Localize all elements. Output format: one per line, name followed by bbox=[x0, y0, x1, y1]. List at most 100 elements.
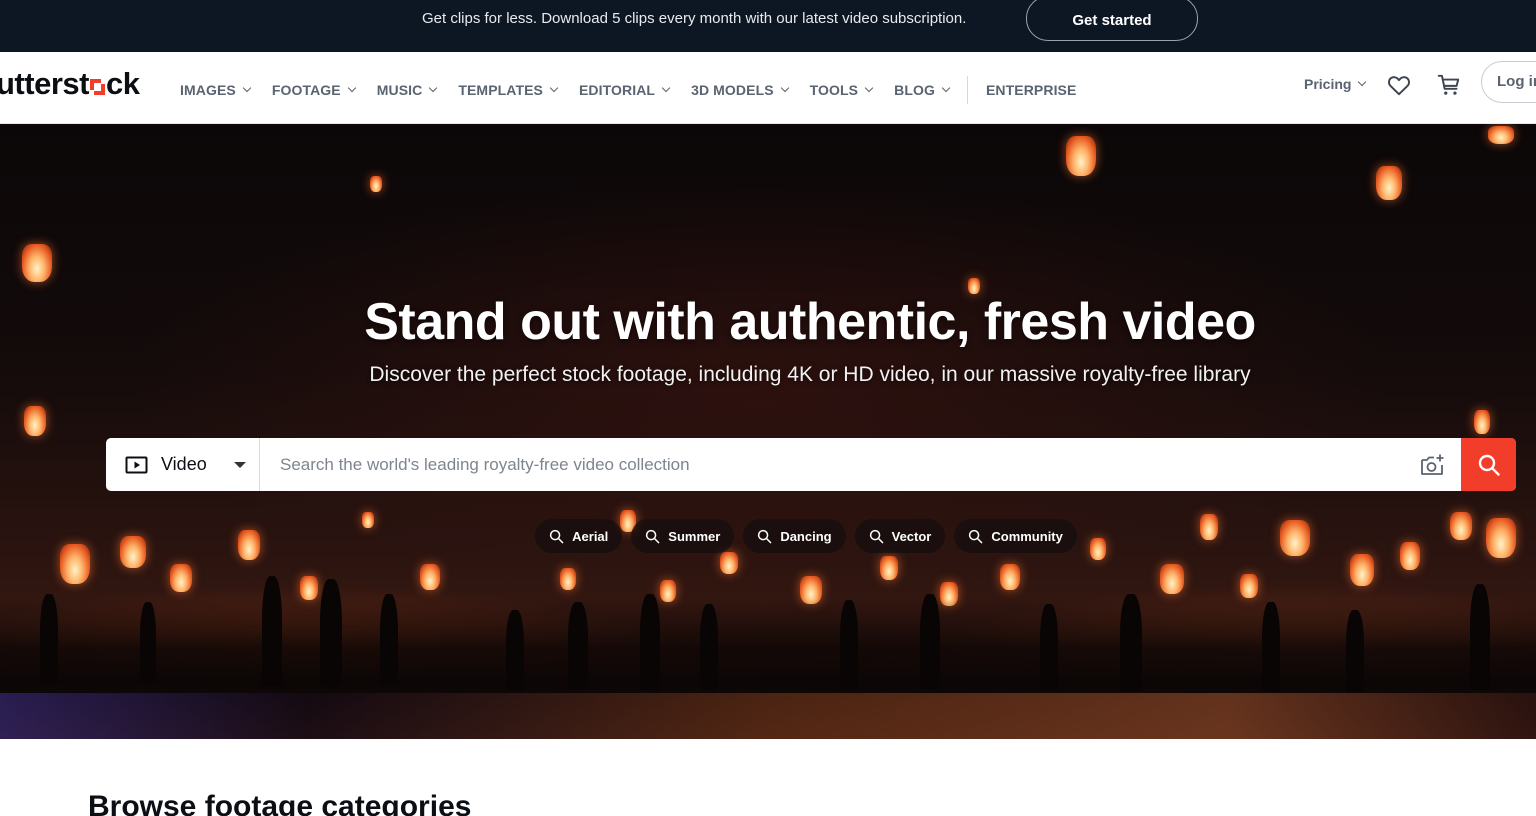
silhouette-figure bbox=[920, 594, 940, 690]
search-button[interactable] bbox=[1461, 438, 1516, 491]
chip-vector[interactable]: Vector bbox=[854, 519, 946, 553]
pricing-label: Pricing bbox=[1304, 76, 1352, 92]
nav-item-label: MUSIC bbox=[376, 82, 423, 98]
search-icon bbox=[646, 529, 660, 543]
nav-item-music[interactable]: MUSIC bbox=[376, 82, 438, 98]
lantern-decoration bbox=[1488, 126, 1514, 144]
lantern-decoration bbox=[1376, 166, 1402, 200]
lantern-decoration bbox=[1000, 564, 1020, 590]
chevron-down-icon bbox=[661, 83, 671, 93]
camera-search-button[interactable] bbox=[1405, 438, 1461, 491]
caret-down-icon bbox=[233, 461, 246, 468]
search-icon bbox=[969, 529, 983, 543]
nav-item-label: FOOTAGE bbox=[271, 82, 341, 98]
nav-item-3d-models[interactable]: 3D MODELS bbox=[691, 82, 789, 98]
cart-icon[interactable] bbox=[1436, 72, 1462, 98]
chip-community[interactable]: Community bbox=[954, 519, 1077, 553]
search-icon bbox=[869, 529, 883, 543]
logo-text-main: utterst bbox=[0, 66, 89, 101]
chip-dancing[interactable]: Dancing bbox=[743, 519, 846, 553]
nav-divider bbox=[966, 76, 968, 104]
chevron-down-icon bbox=[429, 83, 438, 93]
nav-item-editorial[interactable]: EDITORIAL bbox=[578, 82, 671, 98]
nav-item-label: IMAGES bbox=[180, 82, 236, 98]
chip-label: Dancing bbox=[780, 528, 832, 544]
shutterstock-logo[interactable]: utterst ck bbox=[0, 66, 140, 102]
nav-item-label: 3D MODELS bbox=[691, 82, 774, 98]
chevron-down-icon bbox=[941, 83, 951, 93]
lantern-decoration bbox=[560, 568, 576, 590]
nav-item-blog[interactable]: BLOG bbox=[894, 82, 951, 98]
silhouette-figure bbox=[262, 576, 282, 686]
lantern-decoration bbox=[1350, 554, 1374, 586]
silhouette-figure bbox=[1262, 602, 1280, 692]
silhouette-figure bbox=[640, 594, 660, 690]
play-box-icon bbox=[125, 456, 148, 473]
hero-title: Stand out with authentic, fresh video bbox=[364, 293, 1256, 351]
lantern-decoration bbox=[300, 576, 318, 600]
lantern-decoration bbox=[880, 556, 898, 580]
search-icon bbox=[1478, 454, 1500, 476]
silhouette-figure bbox=[840, 600, 858, 690]
nav-item-label: BLOG bbox=[894, 82, 935, 98]
silhouette-figure bbox=[1346, 610, 1364, 692]
nav-item-images[interactable]: IMAGES bbox=[180, 82, 252, 98]
lantern-decoration bbox=[1474, 410, 1490, 434]
heart-icon[interactable] bbox=[1386, 72, 1412, 98]
hero-section: Stand out with authentic, fresh video Di… bbox=[0, 124, 1536, 739]
pricing-menu[interactable]: Pricing bbox=[1304, 76, 1367, 92]
chevron-down-icon bbox=[242, 83, 252, 93]
lantern-decoration bbox=[1066, 136, 1096, 176]
silhouette-figure bbox=[506, 610, 524, 690]
nav-item-footage[interactable]: FOOTAGE bbox=[271, 82, 356, 98]
silhouette-figure bbox=[568, 602, 588, 690]
login-button[interactable]: Log in bbox=[1481, 61, 1536, 103]
lantern-decoration bbox=[24, 406, 46, 436]
promo-banner: Get clips for less. Download 5 clips eve… bbox=[0, 0, 1536, 52]
nav-item-label: TOOLS bbox=[809, 82, 859, 98]
nav-item-tools[interactable]: TOOLS bbox=[809, 82, 874, 98]
water-reflection bbox=[0, 693, 1536, 739]
lantern-decoration bbox=[420, 564, 440, 590]
media-type-select[interactable]: Video bbox=[106, 438, 260, 491]
lantern-decoration bbox=[170, 564, 192, 592]
lantern-decoration bbox=[720, 552, 738, 574]
hero-subtitle: Discover the perfect stock footage, incl… bbox=[369, 363, 1251, 386]
chip-aerial[interactable]: Aerial bbox=[535, 519, 623, 553]
chip-label: Community bbox=[991, 528, 1063, 544]
promo-text: Get clips for less. Download 5 clips eve… bbox=[422, 10, 967, 27]
nav-item-label: TEMPLATES bbox=[458, 82, 543, 98]
search-input[interactable] bbox=[260, 438, 1405, 491]
suggested-searches: Aerial Summer Dancing Vector Community bbox=[0, 519, 1536, 553]
main-menu: IMAGES FOOTAGE MUSIC TEMPLATES EDITORIAL… bbox=[180, 76, 1098, 104]
chevron-down-icon bbox=[347, 83, 356, 93]
chip-label: Summer bbox=[668, 528, 721, 544]
nav-item-label: ENTERPRISE bbox=[985, 82, 1077, 98]
lantern-decoration bbox=[1160, 564, 1184, 594]
chip-summer[interactable]: Summer bbox=[631, 519, 735, 553]
nav-item-enterprise[interactable]: ENTERPRISE bbox=[986, 82, 1076, 98]
lantern-decoration bbox=[22, 244, 52, 282]
nav-item-label: EDITORIAL bbox=[578, 82, 656, 98]
chip-label: Aerial bbox=[572, 528, 609, 544]
search-bar: Video bbox=[106, 438, 1516, 491]
silhouette-figure bbox=[700, 604, 718, 690]
chevron-down-icon bbox=[549, 83, 559, 93]
media-type-label: Video bbox=[161, 454, 207, 474]
top-navigation: utterst ck IMAGES FOOTAGE MUSIC TEMPLATES… bbox=[0, 52, 1536, 124]
get-started-button[interactable]: Get started bbox=[1026, 0, 1198, 41]
camera-search-icon bbox=[1421, 454, 1444, 475]
chevron-down-icon bbox=[864, 83, 874, 93]
nav-item-templates[interactable]: TEMPLATES bbox=[458, 82, 559, 98]
browse-categories-heading: Browse footage categories bbox=[88, 790, 472, 816]
chevron-down-icon bbox=[780, 83, 789, 93]
logo-o-mark bbox=[89, 77, 105, 95]
silhouette-figure bbox=[1120, 594, 1142, 692]
chevron-down-icon bbox=[1358, 77, 1367, 87]
chip-label: Vector bbox=[891, 528, 932, 544]
silhouette-figure bbox=[1470, 584, 1490, 690]
lantern-decoration bbox=[370, 176, 382, 192]
logo-text-tail: ck bbox=[105, 66, 140, 101]
silhouette-figure bbox=[320, 579, 342, 687]
silhouette-figure bbox=[380, 594, 398, 684]
